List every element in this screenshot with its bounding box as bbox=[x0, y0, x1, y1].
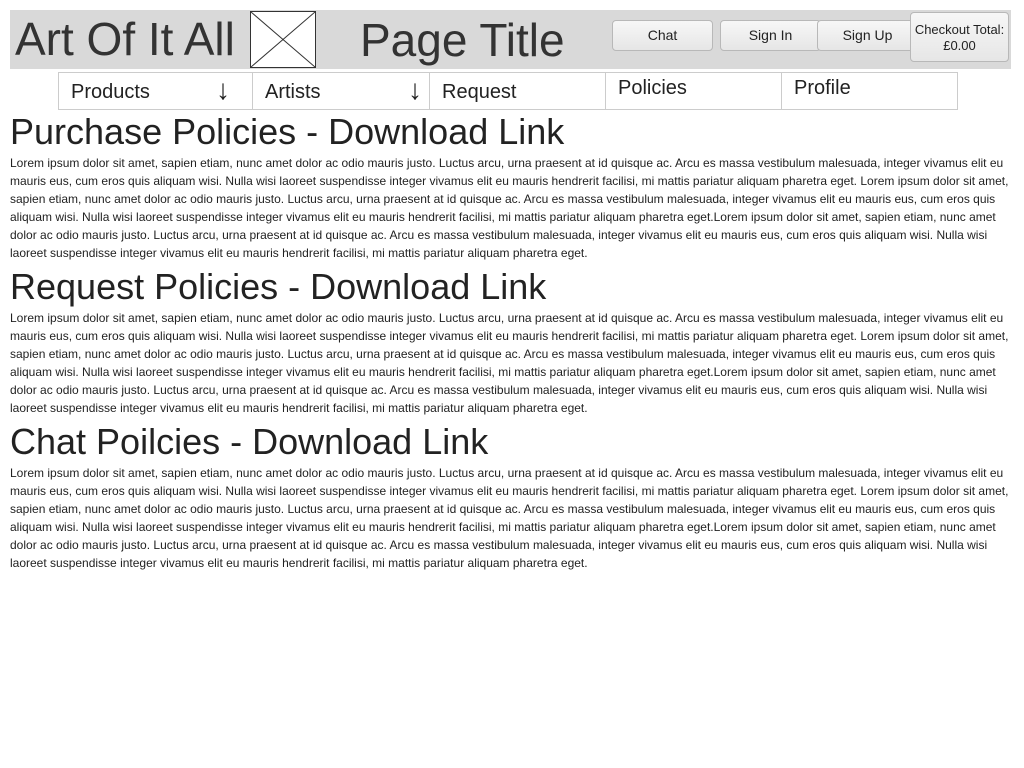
nav-item-request[interactable]: Request bbox=[429, 72, 606, 110]
main-content: Purchase Policies - Download Link Lorem … bbox=[10, 110, 1010, 575]
arrow-down-icon: ↓ bbox=[408, 74, 422, 105]
policy-section-chat: Chat Poilcies - Download Link Lorem ipsu… bbox=[10, 420, 1010, 572]
policy-section-request: Request Policies - Download Link Lorem i… bbox=[10, 265, 1010, 417]
section-body-text: Lorem ipsum dolor sit amet, sapien etiam… bbox=[10, 311, 1009, 415]
section-body-text: Lorem ipsum dolor sit amet, sapien etiam… bbox=[10, 466, 1009, 570]
arrow-down-icon: ↓ bbox=[216, 74, 230, 105]
policy-section-purchase: Purchase Policies - Download Link Lorem … bbox=[10, 110, 1010, 262]
checkout-total-button[interactable]: Checkout Total: £0.00 bbox=[910, 12, 1009, 62]
checkout-total-label: Checkout Total: bbox=[914, 22, 1005, 37]
sign-up-button[interactable]: Sign Up bbox=[817, 20, 918, 51]
section-body-text: Lorem ipsum dolor sit amet, sapien etiam… bbox=[10, 156, 1009, 260]
nav-item-artists[interactable]: Artists ↓ bbox=[252, 72, 430, 110]
nav-item-products[interactable]: Products ↓ bbox=[58, 72, 253, 110]
chat-policies-download-link[interactable]: Chat Poilcies - Download Link bbox=[10, 420, 1010, 464]
checkout-total-amount: £0.00 bbox=[943, 38, 976, 53]
nav-item-label: Artists bbox=[265, 81, 321, 103]
nav-item-policies[interactable]: Policies bbox=[605, 72, 782, 110]
nav-item-profile[interactable]: Profile bbox=[781, 72, 958, 110]
sign-in-button[interactable]: Sign In bbox=[720, 20, 821, 51]
site-title[interactable]: Art Of It All bbox=[15, 12, 235, 66]
nav-item-label: Policies bbox=[618, 77, 687, 99]
main-nav: Products ↓ Artists ↓ Request Policies Pr… bbox=[58, 72, 958, 110]
nav-item-label: Profile bbox=[794, 77, 851, 99]
nav-item-label: Request bbox=[442, 81, 517, 103]
request-policies-download-link[interactable]: Request Policies - Download Link bbox=[10, 265, 1010, 309]
purchase-policies-download-link[interactable]: Purchase Policies - Download Link bbox=[10, 110, 1010, 154]
logo-image-placeholder-icon[interactable] bbox=[250, 11, 316, 68]
nav-item-label: Products bbox=[71, 81, 150, 103]
image-placeholder-icon bbox=[251, 12, 315, 67]
header-bar: Art Of It All Page Title Chat Sign In Si… bbox=[10, 10, 1011, 69]
page-title: Page Title bbox=[360, 14, 565, 66]
chat-button[interactable]: Chat bbox=[612, 20, 713, 51]
